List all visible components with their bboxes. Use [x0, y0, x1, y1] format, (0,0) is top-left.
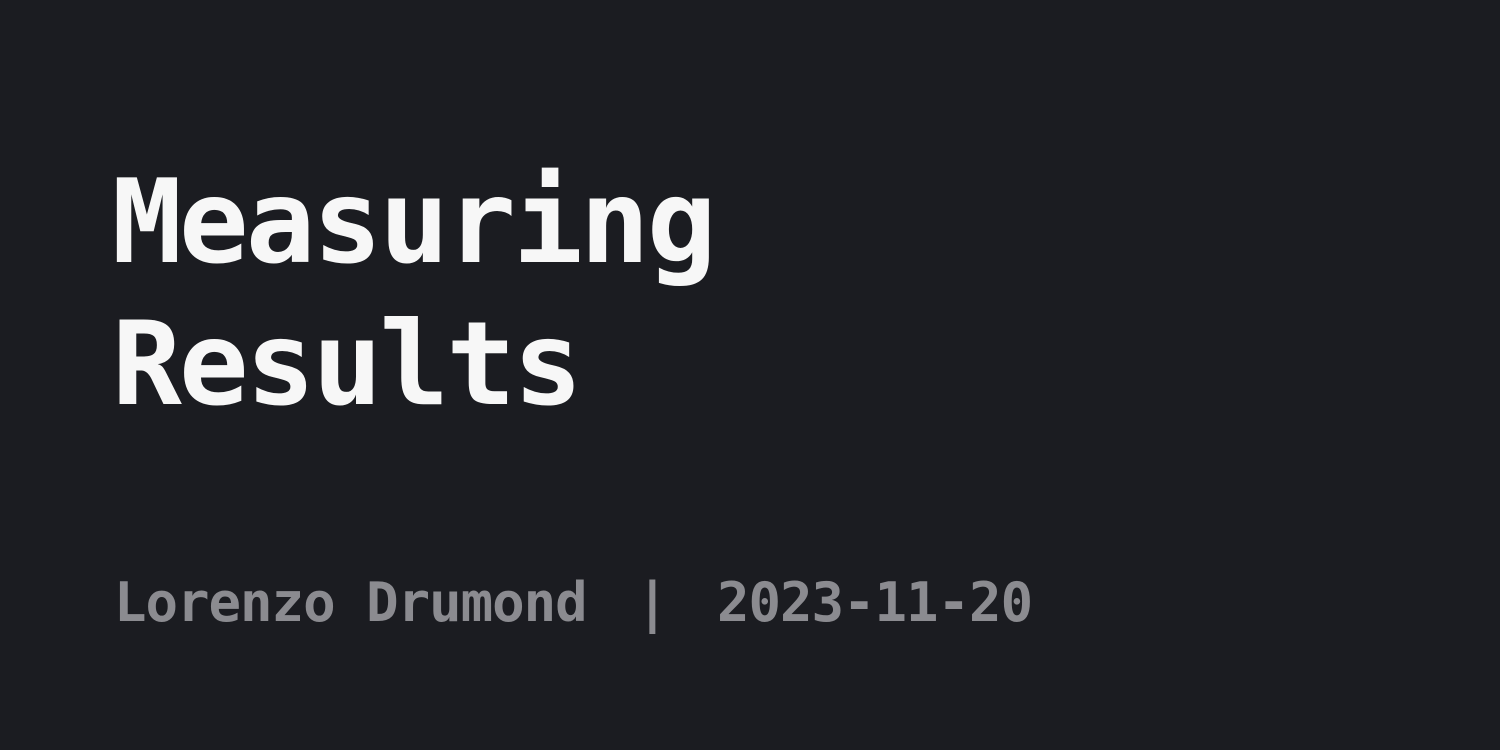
byline-separator: |	[636, 571, 669, 634]
title-card: Measuring Results Lorenzo Drumond | 2023…	[0, 0, 1500, 750]
author-name: Lorenzo Drumond	[114, 571, 588, 634]
title-line-2: Results	[112, 297, 583, 432]
byline: Lorenzo Drumond | 2023-11-20	[114, 570, 1033, 636]
page-title: Measuring Results	[112, 152, 1392, 436]
title-line-1: Measuring	[112, 155, 717, 290]
publish-date: 2023-11-20	[716, 571, 1033, 634]
